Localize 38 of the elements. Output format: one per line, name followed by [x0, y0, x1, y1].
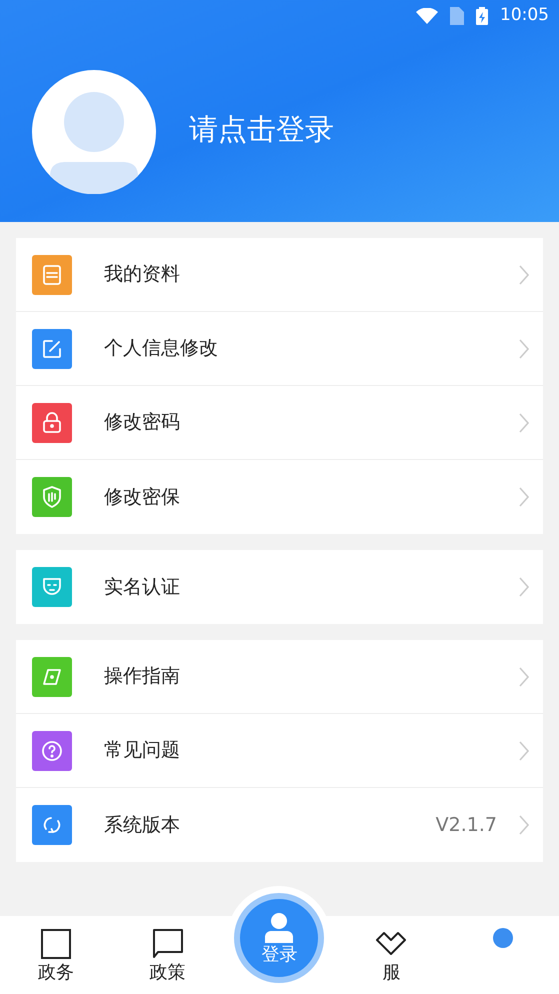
menu-item[interactable]: 实名认证	[16, 550, 543, 624]
chat-bubble-icon	[152, 928, 184, 960]
status-time: 10:05	[500, 4, 549, 28]
menu-label: 修改密保	[104, 484, 180, 510]
menu-item[interactable]: 操作指南	[16, 640, 543, 714]
chevron-right-icon	[519, 412, 529, 432]
menu-label: 修改密码	[104, 410, 180, 436]
tab[interactable]: 政务	[0, 916, 112, 994]
chevron-right-icon	[519, 487, 529, 507]
menu-label: 系统版本	[104, 812, 180, 838]
chevron-right-icon	[519, 815, 529, 835]
menu-label: 实名认证	[104, 574, 180, 600]
login-prompt[interactable]: 请点击登录	[189, 108, 334, 152]
menu-label: 常见问题	[104, 738, 180, 764]
chevron-right-icon	[519, 577, 529, 597]
square-icon	[40, 928, 72, 960]
chevron-right-icon	[519, 264, 529, 284]
menu-item[interactable]: 系统版本 V2.1.7	[16, 788, 543, 862]
wifi-icon	[416, 8, 438, 24]
menu-item[interactable]: 个人信息修改	[16, 312, 543, 386]
chevron-right-icon	[519, 666, 529, 686]
menu-item[interactable]: 常见问题	[16, 714, 543, 788]
avatar-icon[interactable]	[32, 70, 156, 194]
menu-label: 我的资料	[104, 262, 180, 288]
battery-charging-icon	[476, 7, 488, 25]
person-icon	[263, 912, 296, 942]
version-text: V2.1.7	[436, 812, 497, 838]
no-sim-icon	[450, 7, 464, 25]
menu-item[interactable]: 我的资料	[16, 238, 543, 312]
chevron-right-icon	[519, 338, 529, 358]
tab[interactable]: 政策	[112, 916, 224, 994]
dot-icon	[493, 928, 514, 948]
menu-label: 操作指南	[104, 664, 180, 690]
tab[interactable]: 服	[335, 916, 448, 994]
menu-label: 个人信息修改	[104, 336, 218, 362]
menu-item[interactable]: 修改密码	[16, 386, 543, 460]
chevron-right-icon	[519, 740, 529, 760]
menu-item[interactable]: 修改密保	[16, 460, 543, 534]
